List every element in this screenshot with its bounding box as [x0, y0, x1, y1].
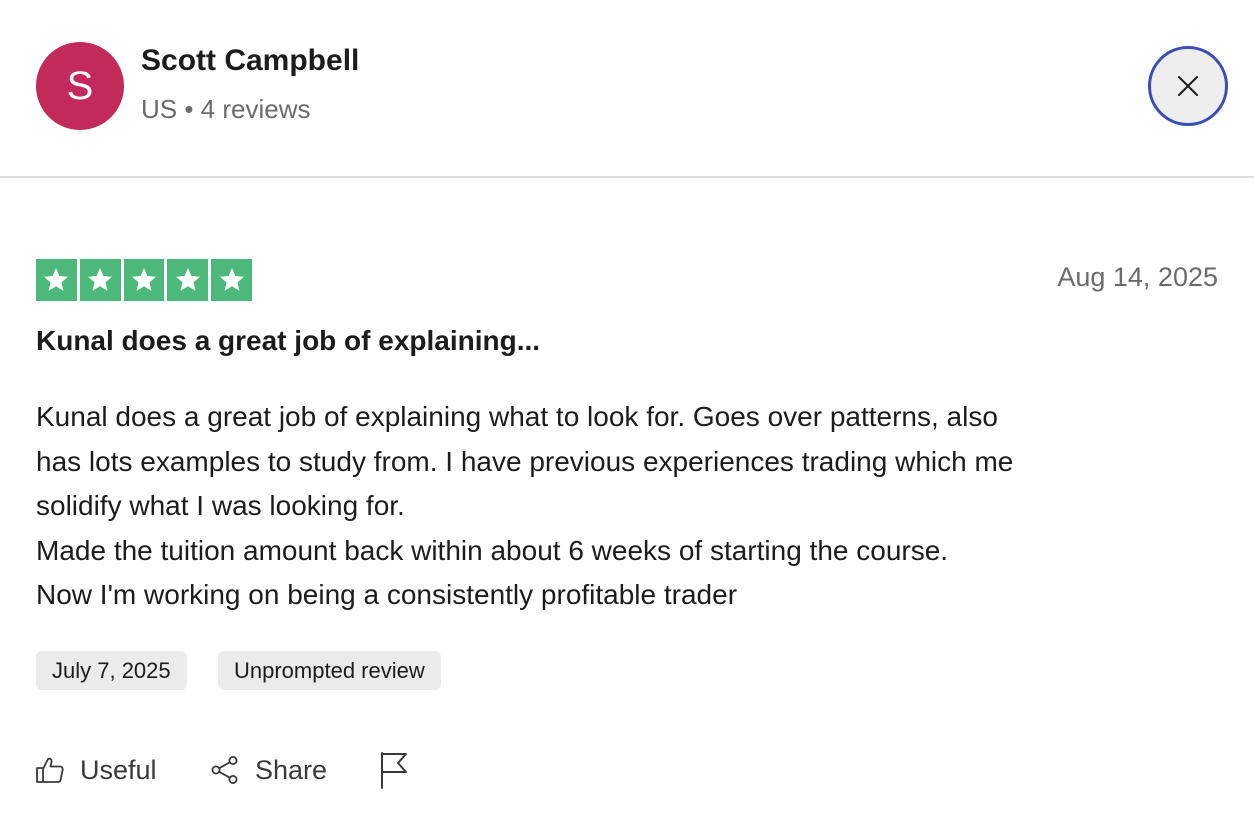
star-icon — [167, 259, 209, 301]
star-icon — [36, 259, 77, 301]
star-icon — [211, 259, 252, 301]
star-icon — [123, 259, 165, 301]
thumbs-up-icon — [36, 757, 64, 783]
close-button[interactable] — [1148, 46, 1228, 126]
reviewer-meta: US • 4 reviews — [141, 94, 311, 124]
review-body-line: Kunal does a great job of explaining wha… — [36, 401, 998, 432]
share-label: Share — [255, 754, 328, 785]
flag-icon — [381, 752, 407, 789]
useful-button[interactable]: Useful — [34, 748, 157, 792]
review-title: Kunal does a great job of explaining... — [36, 325, 541, 356]
useful-label: Useful — [80, 754, 157, 785]
close-icon — [1178, 76, 1198, 96]
share-icon — [211, 756, 238, 784]
star-icon — [79, 259, 121, 301]
review-body-line: solidify what I was looking for. — [36, 490, 405, 521]
reviewer-name[interactable]: Scott Campbell — [141, 44, 359, 78]
review-type-chip: Unprompted review — [218, 651, 441, 690]
review-date: Aug 14, 2025 — [1057, 262, 1218, 292]
review-body-line: Made the tuition amount back within abou… — [36, 534, 949, 566]
star-rating — [36, 259, 252, 301]
reviewer-header: S Scott Campbell US • 4 reviews — [0, 0, 1254, 178]
review-body-line: has lots examples to study from. I have … — [36, 445, 1014, 477]
review-body-line: Now I'm working on being a consistently … — [36, 579, 738, 610]
experience-date-chip: July 7, 2025 — [36, 651, 187, 690]
avatar[interactable]: S — [36, 42, 124, 130]
share-button[interactable]: Share — [209, 748, 327, 792]
review-body: Kunal does a great job of explaining wha… — [36, 395, 1216, 618]
report-button[interactable] — [378, 748, 410, 792]
